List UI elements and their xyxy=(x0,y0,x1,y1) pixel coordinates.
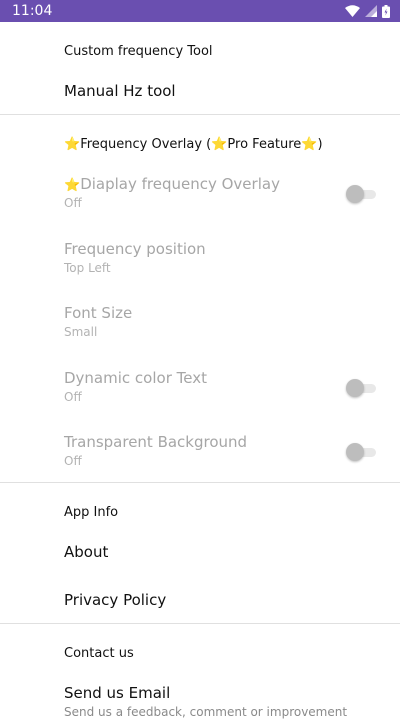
pref-manual-hz-tool[interactable]: Manual Hz tool xyxy=(0,82,400,100)
pref-font-size-title: Font Size xyxy=(64,304,133,322)
status-icons xyxy=(345,4,390,18)
category-pro-feature-text: Pro Feature xyxy=(227,137,302,152)
pref-privacy-policy[interactable]: Privacy Policy xyxy=(0,591,400,609)
pref-send-email-summary: Send us a feedback, comment or improveme… xyxy=(64,705,348,719)
toggle-display-frequency-overlay[interactable] xyxy=(346,185,376,203)
pref-dynamic-color-text-summary: Off xyxy=(64,390,82,404)
category-frequency-overlay: ⭐Frequency Overlay (⭐Pro Feature⭐) xyxy=(0,137,400,152)
pref-display-frequency-overlay-label: Diaplay frequency Overlay xyxy=(80,175,280,193)
pref-dynamic-color-text-title: Dynamic color Text xyxy=(64,369,207,387)
star-icon: ⭐ xyxy=(64,137,81,152)
pref-send-email-title: Send us Email xyxy=(64,684,171,702)
divider xyxy=(0,482,400,483)
switch-thumb xyxy=(346,443,364,461)
category-contact-us: Contact us xyxy=(64,646,134,661)
wifi-icon xyxy=(345,5,360,17)
status-bar: 11:04 xyxy=(0,0,400,22)
star-icon: ⭐ xyxy=(211,137,228,152)
star-icon: ⭐ xyxy=(301,137,318,152)
pref-display-frequency-overlay[interactable]: ⭐Diaplay frequency Overlay Off xyxy=(0,175,400,213)
divider xyxy=(0,114,400,115)
pref-about-title: About xyxy=(64,543,109,561)
pref-send-email[interactable]: Send us Email Send us a feedback, commen… xyxy=(0,684,400,719)
star-icon: ⭐ xyxy=(64,178,81,193)
pref-frequency-position[interactable]: Frequency position Top Left xyxy=(0,240,400,275)
battery-icon xyxy=(382,4,390,18)
pref-about[interactable]: About xyxy=(0,543,400,561)
pref-frequency-position-summary: Top Left xyxy=(64,261,111,275)
category-app-info: App Info xyxy=(64,505,119,520)
pref-display-frequency-overlay-summary: Off xyxy=(64,196,82,210)
toggle-transparent-background[interactable] xyxy=(346,443,376,461)
pref-transparent-background-summary: Off xyxy=(64,454,82,468)
pref-transparent-background[interactable]: Transparent Background Off xyxy=(0,433,400,471)
category-close-paren: ) xyxy=(317,137,323,152)
pref-frequency-position-title: Frequency position xyxy=(64,240,206,258)
pref-transparent-background-title: Transparent Background xyxy=(64,433,248,451)
pref-privacy-policy-title: Privacy Policy xyxy=(64,591,167,609)
divider xyxy=(0,623,400,624)
toggle-dynamic-color-text[interactable] xyxy=(346,379,376,397)
pref-manual-hz-tool-title: Manual Hz tool xyxy=(64,82,176,100)
switch-thumb xyxy=(346,379,364,397)
cell-signal-icon xyxy=(365,5,377,17)
status-time: 11:04 xyxy=(12,3,53,19)
switch-thumb xyxy=(346,185,364,203)
category-frequency-overlay-text: Frequency Overlay ( xyxy=(80,137,212,152)
category-custom-frequency-tool: Custom frequency Tool xyxy=(64,44,213,59)
pref-display-frequency-overlay-title: ⭐Diaplay frequency Overlay xyxy=(64,175,376,193)
pref-font-size[interactable]: Font Size Small xyxy=(0,304,400,339)
pref-dynamic-color-text[interactable]: Dynamic color Text Off xyxy=(0,369,400,407)
pref-font-size-summary: Small xyxy=(64,325,98,339)
